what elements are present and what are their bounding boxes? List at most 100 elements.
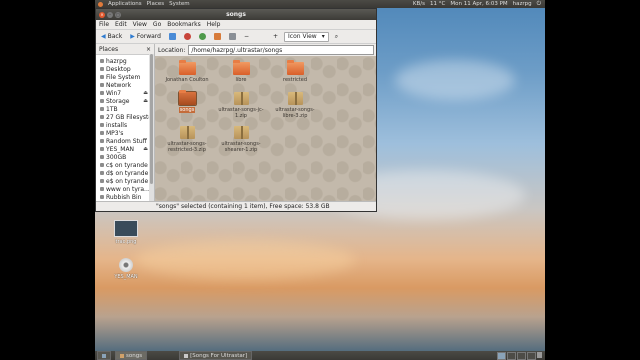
sidebar-heading: Places bbox=[99, 45, 119, 53]
sidebar-item-label: hazrpg bbox=[106, 57, 127, 65]
forward-button[interactable]: ▶ Forward bbox=[128, 33, 163, 40]
place-icon bbox=[100, 67, 104, 71]
place-icon bbox=[100, 171, 104, 175]
view-mode-select[interactable]: Icon View ▾ bbox=[284, 31, 329, 42]
file-icon-view[interactable]: Jonathan Coulton libre restricted songs ultr… bbox=[155, 56, 376, 202]
search-icon: ⌕ bbox=[334, 32, 339, 40]
file-label: ultrastar-songs-jc-1.zip bbox=[218, 107, 264, 119]
file-label: restricted bbox=[283, 77, 307, 83]
zoom-out-icon: − bbox=[243, 33, 249, 40]
folder-icon bbox=[177, 90, 197, 106]
taskbar-item-songs-for-ultrastar[interactable]: [Songs For Ultrastar] bbox=[179, 351, 253, 360]
user-menu[interactable]: hazrpg bbox=[513, 1, 532, 8]
place-icon bbox=[100, 115, 104, 119]
zip-file-item[interactable]: ultrastar-songs-jc-1.zip bbox=[217, 92, 265, 119]
zoom-in-button[interactable]: + bbox=[271, 33, 280, 40]
sidebar-item-label: File System bbox=[106, 73, 141, 81]
menu-bookmarks[interactable]: Bookmarks bbox=[167, 21, 201, 28]
sidebar-item[interactable]: Desktop bbox=[96, 65, 154, 73]
eject-icon[interactable]: ⏏ bbox=[143, 90, 148, 96]
desktop-icon-trac[interactable]: trac.png bbox=[106, 220, 146, 245]
eject-icon[interactable]: ⏏ bbox=[143, 98, 148, 104]
show-desktop-button[interactable] bbox=[97, 351, 111, 360]
place-icon bbox=[100, 99, 104, 103]
top-panel: Applications Places System KB/s 11 °C Mo… bbox=[95, 0, 545, 8]
sidebar-header[interactable]: Places × bbox=[96, 44, 154, 55]
sidebar-item[interactable]: Win7 ⏏ bbox=[96, 89, 154, 97]
desktop-icon-label: trac.png bbox=[115, 239, 137, 245]
network-speed[interactable]: KB/s bbox=[413, 1, 425, 8]
sidebar-item[interactable]: Random Stuff bbox=[96, 137, 154, 145]
close-sidebar-icon[interactable]: × bbox=[146, 46, 151, 53]
sidebar-item-label: Network bbox=[106, 81, 132, 89]
sidebar-item[interactable]: hazrpg bbox=[96, 57, 154, 65]
desktop-icon-yes-man[interactable]: YES_MAN bbox=[106, 258, 146, 280]
menu-help[interactable]: Help bbox=[207, 21, 221, 28]
reload-button[interactable] bbox=[197, 33, 208, 40]
sidebar-item-label: e$ on tyrande bbox=[106, 177, 149, 185]
file-label: songs bbox=[178, 107, 196, 113]
eject-icon[interactable]: ⏏ bbox=[143, 146, 148, 152]
workspace-switcher bbox=[497, 351, 545, 360]
sidebar-item-label: Storage bbox=[106, 97, 130, 105]
zip-archive-icon bbox=[233, 92, 249, 105]
sidebar-item[interactable]: Network bbox=[96, 81, 154, 89]
place-icon bbox=[100, 139, 104, 143]
location-input[interactable]: /home/hazrpg/.ultrastar/songs bbox=[188, 45, 374, 55]
menu-go[interactable]: Go bbox=[153, 21, 161, 28]
folder-item[interactable]: restricted bbox=[271, 60, 319, 83]
sidebar-item[interactable]: www on tyra...⏏ bbox=[96, 185, 154, 193]
clock[interactable]: Mon 11 Apr, 6:03 PM bbox=[450, 1, 507, 8]
sidebar-item[interactable]: installs bbox=[96, 121, 154, 129]
sidebar-item[interactable]: 1TB bbox=[96, 105, 154, 113]
sidebar-item[interactable]: YES_MAN ⏏ bbox=[96, 145, 154, 153]
sidebar-scrollbar[interactable] bbox=[149, 54, 154, 202]
ubuntu-logo-icon[interactable] bbox=[98, 1, 103, 7]
menu-file[interactable]: File bbox=[99, 21, 109, 28]
zoom-out-button[interactable]: − bbox=[242, 33, 251, 40]
sidebar-item[interactable]: Rubbish Bin bbox=[96, 193, 154, 201]
weather[interactable]: 11 °C bbox=[430, 1, 445, 8]
sidebar-item[interactable]: MP3's bbox=[96, 129, 154, 137]
zip-file-item[interactable]: ultrastar-songs-restricted-3.zip bbox=[163, 126, 211, 153]
menu-edit[interactable]: Edit bbox=[115, 21, 127, 28]
file-label: ultrastar-songs-libre-3.zip bbox=[275, 107, 315, 119]
computer-button[interactable] bbox=[227, 33, 238, 40]
menu-places[interactable]: Places bbox=[147, 1, 165, 7]
trash-icon[interactable] bbox=[537, 351, 542, 358]
sidebar-item[interactable]: 300GB bbox=[96, 153, 154, 161]
system-tray: KB/s 11 °C Mon 11 Apr, 6:03 PM hazrpg ⏻ bbox=[413, 1, 545, 8]
power-icon[interactable]: ⏻ bbox=[537, 1, 541, 8]
place-icon bbox=[100, 59, 104, 63]
taskbar-item-songs[interactable]: songs bbox=[115, 351, 148, 360]
browser-icon bbox=[184, 353, 189, 358]
workspace-3[interactable] bbox=[517, 351, 526, 360]
sidebar-item[interactable]: d$ on tyrande⏏ bbox=[96, 169, 154, 177]
sidebar-item[interactable]: Storage ⏏ bbox=[96, 97, 154, 105]
workspace-4[interactable] bbox=[527, 351, 536, 360]
sidebar-item[interactable]: e$ on tyrande⏏ bbox=[96, 177, 154, 185]
menu-applications[interactable]: Applications bbox=[108, 1, 142, 7]
window-titlebar[interactable]: × – □ songs bbox=[96, 9, 376, 20]
folder-icon bbox=[232, 60, 250, 75]
folder-item[interactable]: Jonathan Coulton bbox=[163, 60, 211, 83]
scrollbar-thumb[interactable] bbox=[150, 54, 153, 184]
zip-archive-icon bbox=[287, 92, 303, 105]
sidebar-item[interactable]: File System bbox=[96, 73, 154, 81]
search-button[interactable]: ⌕ bbox=[333, 33, 340, 41]
folder-item[interactable]: songs bbox=[163, 90, 211, 113]
sidebar-item[interactable]: 27 GB Filesystem bbox=[96, 113, 154, 121]
workspace-2[interactable] bbox=[507, 351, 516, 360]
menu-system[interactable]: System bbox=[169, 1, 190, 7]
stop-button[interactable] bbox=[182, 33, 193, 40]
back-button[interactable]: ◀ Back bbox=[99, 33, 124, 40]
up-button[interactable] bbox=[167, 33, 178, 40]
zip-file-item[interactable]: ultrastar-songs-libre-3.zip bbox=[271, 92, 319, 119]
menu-view[interactable]: View bbox=[133, 21, 147, 28]
home-button[interactable] bbox=[212, 33, 223, 40]
zip-file-item[interactable]: ultrastar-songs-shearer-1.zip bbox=[217, 126, 265, 153]
sidebar-list: hazrpg Desktop File System Network Win7 ⏏ Stor… bbox=[96, 55, 154, 209]
workspace-1[interactable] bbox=[497, 351, 506, 360]
sidebar-item[interactable]: c$ on tyrande⏏ bbox=[96, 161, 154, 169]
folder-item[interactable]: libre bbox=[217, 60, 265, 83]
